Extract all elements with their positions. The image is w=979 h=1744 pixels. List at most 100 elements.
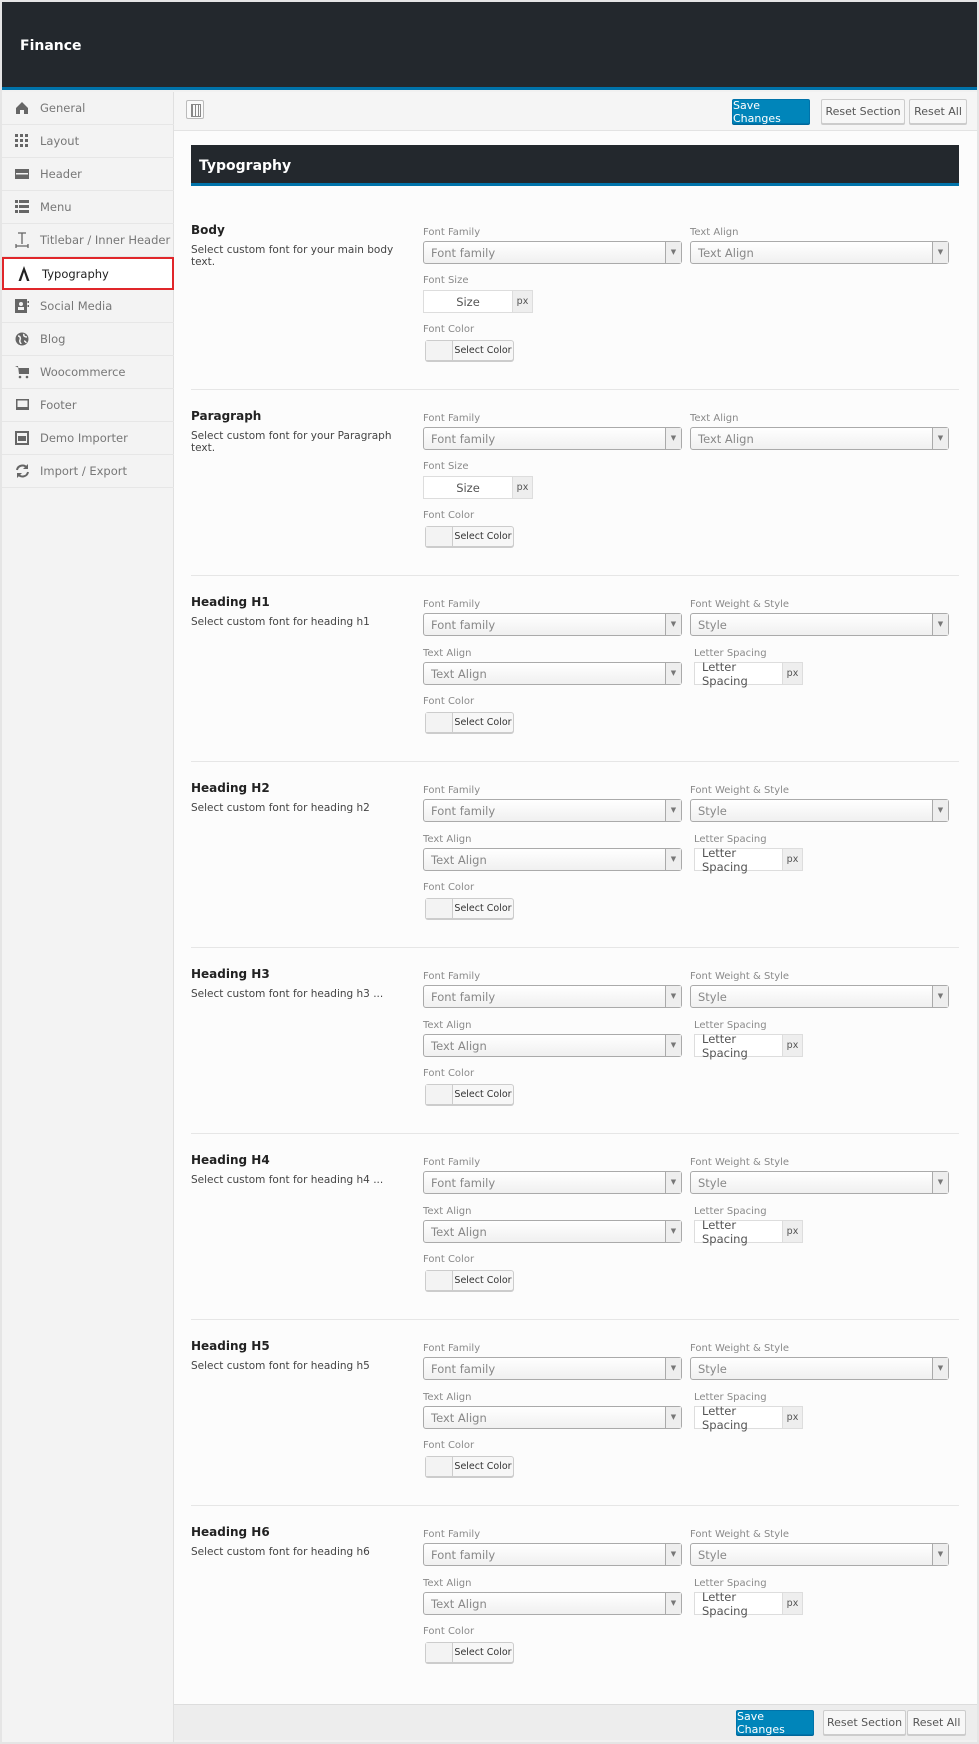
letter-spacing-label: Letter Spacing bbox=[694, 1206, 767, 1217]
letter-spacing-input[interactable]: Letter Spacing px bbox=[694, 660, 803, 688]
font-size-input-placeholder: Size bbox=[456, 480, 480, 495]
sidebar-item-social-media[interactable]: Social Media bbox=[2, 290, 174, 323]
font-color-label: Font Color bbox=[423, 510, 475, 521]
select-color-button[interactable]: Select Color bbox=[425, 340, 514, 361]
text-align-select-value: Text Align bbox=[431, 853, 487, 867]
font-weight-select[interactable]: Style ▼ bbox=[690, 1171, 949, 1194]
sidebar-item-footer[interactable]: Footer bbox=[2, 389, 174, 422]
font-family-select[interactable]: Font family ▼ bbox=[423, 241, 682, 264]
expand-toggle-icon[interactable] bbox=[186, 100, 204, 119]
section-heading: Paragraph bbox=[191, 409, 262, 423]
font-family-select[interactable]: Font family ▼ bbox=[423, 613, 682, 636]
sidebar-item-blog[interactable]: Blog bbox=[2, 323, 174, 356]
font-weight-select[interactable]: Style ▼ bbox=[690, 1357, 949, 1380]
select-color-label: Select Color bbox=[454, 345, 512, 356]
contact-card-icon bbox=[14, 298, 30, 314]
font-weight-select[interactable]: Style ▼ bbox=[690, 985, 949, 1008]
text-align-select[interactable]: Text Align ▼ bbox=[423, 662, 682, 685]
dropdown-arrow-icon: ▼ bbox=[665, 1544, 681, 1565]
text-align-label: Text Align bbox=[690, 413, 739, 424]
sidebar-item-import-export[interactable]: Import / Export bbox=[2, 455, 174, 488]
dropdown-arrow-icon: ▼ bbox=[665, 1221, 681, 1242]
text-align-select[interactable]: Text Align ▼ bbox=[690, 427, 949, 450]
select-color-button[interactable]: Select Color bbox=[425, 712, 514, 733]
font-weight-select[interactable]: Style ▼ bbox=[690, 613, 949, 636]
section-description: Select custom font for heading h1 bbox=[191, 616, 370, 628]
font-weight-select[interactable]: Style ▼ bbox=[690, 1543, 949, 1566]
font-family-label: Font Family bbox=[423, 599, 481, 610]
font-family-select-value: Font family bbox=[431, 804, 496, 818]
save-button-bottom[interactable]: Save Changes bbox=[736, 1710, 814, 1736]
font-weight-label: Font Weight & Style bbox=[690, 785, 790, 796]
select-color-label: Select Color bbox=[454, 1275, 512, 1286]
font-family-select-value: Font family bbox=[431, 990, 496, 1004]
select-color-button[interactable]: Select Color bbox=[425, 526, 514, 547]
sidebar-item-menu[interactable]: Menu bbox=[2, 191, 174, 224]
select-color-button[interactable]: Select Color bbox=[425, 1270, 514, 1291]
reset-section-button[interactable]: Reset Section bbox=[821, 99, 905, 124]
font-family-select[interactable]: Font family ▼ bbox=[423, 985, 682, 1008]
sidebar-item-layout[interactable]: Layout bbox=[2, 125, 174, 158]
text-align-select[interactable]: Text Align ▼ bbox=[690, 241, 949, 264]
globe-icon bbox=[14, 331, 30, 347]
sidebar-item-woocommerce[interactable]: Woocommerce bbox=[2, 356, 174, 389]
font-size-input[interactable]: Size px bbox=[423, 476, 533, 499]
text-align-select[interactable]: Text Align ▼ bbox=[423, 1034, 682, 1057]
font-family-select[interactable]: Font family ▼ bbox=[423, 799, 682, 822]
sidebar-item-label: Blog bbox=[40, 332, 66, 346]
letter-spacing-input[interactable]: Letter Spacing px bbox=[694, 1590, 803, 1618]
section-description: Select custom font for heading h3 ... bbox=[191, 988, 384, 1000]
reset-all-button[interactable]: Reset All bbox=[909, 99, 967, 124]
color-swatch bbox=[426, 713, 453, 732]
reset-section-button-bottom[interactable]: Reset Section bbox=[823, 1710, 906, 1735]
text-align-select[interactable]: Text Align ▼ bbox=[423, 848, 682, 871]
font-weight-label: Font Weight & Style bbox=[690, 1343, 790, 1354]
select-color-button[interactable]: Select Color bbox=[425, 898, 514, 919]
font-family-select[interactable]: Font family ▼ bbox=[423, 1357, 682, 1380]
font-size-input[interactable]: Size px bbox=[423, 290, 533, 313]
letter-spacing-input[interactable]: Letter Spacing px bbox=[694, 845, 803, 874]
text-align-select[interactable]: Text Align ▼ bbox=[423, 1220, 682, 1243]
select-color-button[interactable]: Select Color bbox=[425, 1642, 514, 1663]
font-size-label: Font Size bbox=[423, 275, 469, 286]
reset-all-button-bottom[interactable]: Reset All bbox=[907, 1710, 966, 1735]
sidebar-item-typography[interactable]: Typography bbox=[2, 257, 174, 290]
section-description: Select custom font for your Paragraph te… bbox=[191, 430, 392, 454]
font-weight-label: Font Weight & Style bbox=[690, 599, 790, 610]
letter-spacing-input[interactable]: Letter Spacing px bbox=[694, 1218, 803, 1246]
typography-section-heading-h6: Heading H6 Select custom font for headin… bbox=[174, 1504, 977, 1690]
dropdown-arrow-icon: ▼ bbox=[665, 663, 681, 684]
header-icon bbox=[14, 166, 30, 182]
top-toolbar: Save Changes Reset Section Reset All bbox=[174, 92, 977, 131]
text-align-select-value: Text Align bbox=[431, 1411, 487, 1425]
save-button[interactable]: Save Changes bbox=[732, 99, 810, 125]
font-family-select[interactable]: Font family ▼ bbox=[423, 427, 682, 450]
text-align-select[interactable]: Text Align ▼ bbox=[423, 1406, 682, 1429]
letter-spacing-input[interactable]: Letter Spacing px bbox=[694, 1032, 803, 1060]
sidebar-item-header[interactable]: Header bbox=[2, 158, 174, 191]
dropdown-arrow-icon: ▼ bbox=[665, 242, 681, 263]
sidebar-item-titlebar-inner-header[interactable]: Titlebar / Inner Header bbox=[2, 224, 174, 257]
select-color-button[interactable]: Select Color bbox=[425, 1084, 514, 1105]
sidebar-item-general[interactable]: General bbox=[2, 92, 174, 125]
text-align-label: Text Align bbox=[690, 227, 739, 238]
sidebar-item-demo-importer[interactable]: Demo Importer bbox=[2, 422, 174, 455]
select-color-button[interactable]: Select Color bbox=[425, 1456, 514, 1477]
dropdown-arrow-icon: ▼ bbox=[932, 614, 948, 635]
font-family-select-value: Font family bbox=[431, 618, 496, 632]
color-swatch bbox=[426, 341, 453, 360]
text-align-select[interactable]: Text Align ▼ bbox=[423, 1592, 682, 1615]
font-family-select[interactable]: Font family ▼ bbox=[423, 1171, 682, 1194]
font-family-select[interactable]: Font family ▼ bbox=[423, 1543, 682, 1566]
font-family-select-value: Font family bbox=[431, 1176, 496, 1190]
section-description: Select custom font for your main body te… bbox=[191, 244, 394, 268]
letter-spacing-input-placeholder: Letter Spacing bbox=[702, 845, 748, 874]
text-align-label: Text Align bbox=[423, 648, 472, 659]
letter-spacing-input[interactable]: Letter Spacing px bbox=[694, 1404, 803, 1432]
sidebar-item-label: Typography bbox=[42, 266, 109, 281]
font-weight-select-value: Style bbox=[698, 1548, 727, 1562]
select-color-label: Select Color bbox=[454, 531, 512, 542]
font-weight-select[interactable]: Style ▼ bbox=[690, 799, 949, 822]
letter-spacing-label: Letter Spacing bbox=[694, 648, 767, 659]
text-align-select-value: Text Align bbox=[431, 667, 487, 681]
